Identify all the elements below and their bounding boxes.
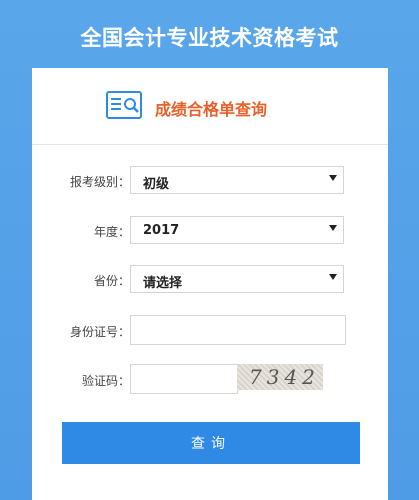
captcha-row: 验证码： 7342: [32, 364, 388, 394]
page-title: 全国会计专业技术资格考试: [80, 26, 339, 50]
card-header: 成绩合格单查询: [32, 68, 388, 145]
dropdown-arrow-icon: [329, 225, 337, 231]
dropdown-arrow-icon: [329, 175, 337, 181]
query-card: 成绩合格单查询 报考级别： 初级 年度： 2017 省份： 请选择 身份证号： …: [32, 68, 388, 500]
id-number-row: 身份证号：: [32, 315, 388, 345]
level-select-value: 初级: [143, 177, 170, 192]
captcha-input[interactable]: [130, 364, 238, 394]
dropdown-arrow-icon: [329, 274, 337, 280]
year-select-value: 2017: [143, 223, 180, 238]
province-select-value: 请选择: [143, 276, 183, 291]
captcha-text: 7342: [249, 365, 320, 389]
id-number-input[interactable]: [130, 315, 346, 345]
province-label: 省份：: [93, 274, 130, 288]
query-button[interactable]: 查询: [62, 422, 360, 464]
level-select[interactable]: 初级: [130, 166, 344, 194]
report-search-icon: [106, 91, 142, 119]
card-title: 成绩合格单查询: [155, 100, 268, 119]
year-row: 年度： 2017: [32, 216, 388, 246]
year-label: 年度：: [93, 225, 130, 239]
captcha-label: 验证码：: [81, 374, 130, 388]
level-row: 报考级别： 初级: [32, 166, 388, 196]
province-row: 省份： 请选择: [32, 265, 388, 295]
year-select[interactable]: 2017: [130, 216, 344, 244]
id-number-label: 身份证号：: [69, 325, 130, 339]
level-label: 报考级别：: [69, 175, 130, 189]
province-select[interactable]: 请选择: [130, 265, 344, 293]
captcha-image[interactable]: 7342: [237, 364, 323, 390]
